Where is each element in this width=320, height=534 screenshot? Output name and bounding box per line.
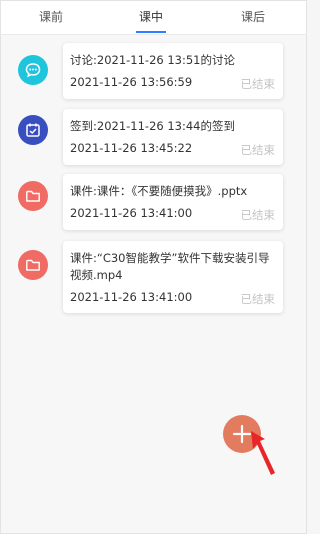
activity-item-video[interactable]: 课件:“C30智能教学”软件下载安装引导视频.mp4 2021-11-26 13…	[1, 241, 306, 316]
activity-status: 已结束	[240, 292, 276, 306]
activity-time: 2021-11-26 13:41:00	[70, 290, 193, 304]
folder-icon	[18, 250, 48, 280]
tab-in-class[interactable]: 课中	[121, 1, 181, 34]
checkin-calendar-icon	[18, 115, 48, 145]
red-arrow-icon	[251, 431, 275, 475]
activity-title: 课件:课件：《不要随便摸我》.pptx	[70, 184, 248, 198]
tab-after-class[interactable]: 课后	[223, 1, 283, 34]
tab-before-class[interactable]: 课前	[21, 1, 81, 34]
activity-time: 2021-11-26 13:45:22	[70, 141, 193, 155]
activity-status: 已结束	[240, 143, 276, 157]
activity-time: 2021-11-26 13:41:00	[70, 206, 193, 220]
activity-status: 已结束	[240, 77, 276, 91]
activity-item-courseware[interactable]: 课件:课件：《不要随便摸我》.pptx 2021-11-26 13:41:00 …	[1, 174, 306, 234]
activity-card[interactable]: 课件:课件：《不要随便摸我》.pptx 2021-11-26 13:41:00 …	[63, 174, 283, 230]
app-frame: 课前 课中 课后 讨论:2021-11-26 13:51的讨论 2021-11-…	[0, 0, 307, 534]
activity-title: 课件:“C30智能教学”软件下载安装引导视频.mp4	[70, 251, 270, 282]
activity-item-checkin[interactable]: 签到:2021-11-26 13:44的签到 2021-11-26 13:45:…	[1, 109, 306, 169]
activity-card[interactable]: 课件:“C30智能教学”软件下载安装引导视频.mp4 2021-11-26 13…	[63, 241, 283, 313]
active-tab-indicator	[136, 31, 166, 33]
tab-bar: 课前 课中 课后	[1, 1, 306, 35]
activity-item-discussion[interactable]: 讨论:2021-11-26 13:51的讨论 2021-11-26 13:56:…	[1, 41, 306, 101]
chat-bubble-icon	[18, 55, 48, 85]
activity-title: 讨论:2021-11-26 13:51的讨论	[70, 53, 236, 67]
activity-card[interactable]: 签到:2021-11-26 13:44的签到 2021-11-26 13:45:…	[63, 109, 283, 165]
activity-status: 已结束	[240, 208, 276, 222]
folder-icon	[18, 181, 48, 211]
activity-title: 签到:2021-11-26 13:44的签到	[70, 119, 236, 133]
activity-card[interactable]: 讨论:2021-11-26 13:51的讨论 2021-11-26 13:56:…	[63, 43, 283, 99]
activity-time: 2021-11-26 13:56:59	[70, 75, 193, 89]
